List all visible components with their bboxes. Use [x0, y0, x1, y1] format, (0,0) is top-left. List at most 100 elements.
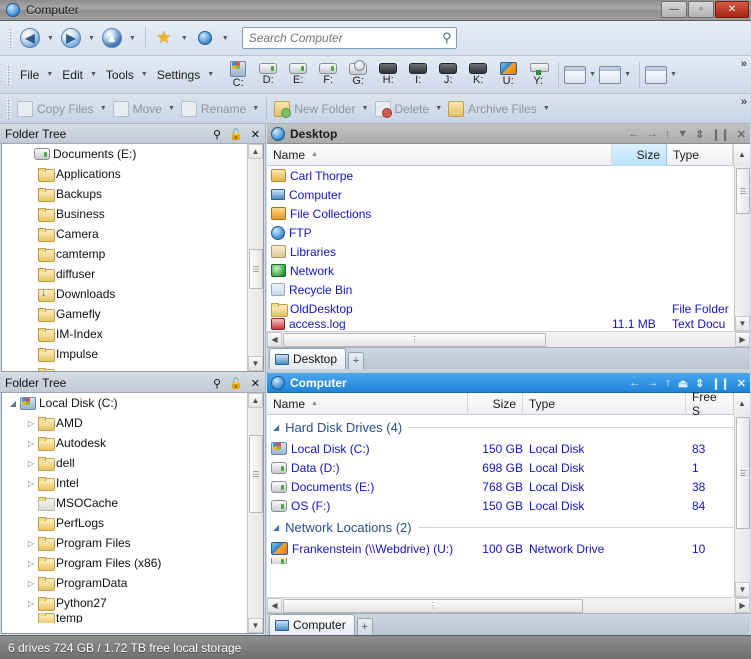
menu-settings[interactable]: Settings [151, 66, 204, 84]
help-dropdown[interactable]: ▼ [621, 71, 634, 78]
tree-twisty[interactable]: ◢ [6, 399, 20, 408]
panel-up-button[interactable]: ↑ [665, 377, 671, 389]
scroll-thumb[interactable]: ☰ [249, 435, 263, 513]
favorites-dropdown[interactable]: ▼ [178, 35, 191, 42]
tree-item[interactable]: ▷ Python27 [2, 593, 263, 613]
scroll-thumb[interactable]: ⋮ [283, 332, 546, 347]
panel-forward-button[interactable]: → [647, 377, 658, 389]
tree-item[interactable]: ◢ Local Disk (C:) [2, 393, 263, 413]
move-dropdown[interactable]: ▼ [165, 105, 178, 112]
scroll-down-arrow[interactable]: ▼ [735, 316, 750, 331]
move-button[interactable]: Move [110, 100, 165, 117]
menu-settings-dropdown[interactable]: ▼ [204, 71, 217, 78]
tree-twisty[interactable]: ▷ [24, 599, 38, 608]
tree-item[interactable]: ▷ Program Files (x86) [2, 553, 263, 573]
panel-titlebar-computer[interactable]: Computer ← → ↑ ⏏ ⇕ ❙❙ ✕ [267, 373, 750, 393]
table-row[interactable]: OS (F:) 150 GB Local Disk 84 [267, 496, 750, 515]
up-button[interactable]: ▲ [100, 26, 124, 50]
table-row[interactable]: Frankenstein (\\Webdrive) (U:) 100 GB Ne… [267, 539, 750, 558]
column-header-name[interactable]: Name ▲ [267, 392, 468, 415]
panel-forward-button[interactable]: → [647, 128, 658, 140]
column-header-size[interactable]: Size [468, 392, 523, 415]
drive-button-u[interactable]: U: [493, 62, 523, 87]
preview-pane-dropdown[interactable]: ▼ [586, 71, 599, 78]
file-list-horizontal-scrollbar-computer[interactable]: ◀ ⋮ ▶ [267, 597, 750, 613]
scroll-thumb[interactable]: ☰ [249, 249, 263, 289]
copy-files-dropdown[interactable]: ▼ [97, 105, 110, 112]
tree-item[interactable]: temp [2, 613, 263, 623]
file-list-horizontal-scrollbar-desktop[interactable]: ◀ ⋮ ▶ [267, 331, 750, 347]
scroll-up-arrow[interactable]: ▲ [733, 143, 750, 166]
copy-files-button[interactable]: Copy Files [14, 100, 97, 117]
minimize-button[interactable]: — [661, 1, 687, 18]
scroll-thumb[interactable]: ⋮ [283, 598, 583, 613]
search-box[interactable]: ⚲ [241, 27, 457, 49]
panel-close-button[interactable]: ✕ [737, 377, 746, 390]
panel-sync-button[interactable]: ⇕ [695, 377, 704, 390]
panel-sync-button[interactable]: ⇕ [695, 128, 704, 141]
file-list-desktop[interactable]: Carl Thorpe Computer File Collections FT… [267, 166, 750, 331]
tree-item[interactable]: Gamefly [2, 304, 263, 324]
unlock-icon[interactable]: 🔓 [229, 377, 243, 390]
computer-shortcut-button[interactable] [193, 26, 217, 50]
folder-tree-top-body[interactable]: Documents (E:) Applications Backups Busi… [1, 144, 264, 372]
drive-button-y[interactable]: Y: [523, 62, 553, 87]
scroll-right-arrow[interactable]: ▶ [735, 332, 750, 347]
tree-twisty[interactable]: ▷ [24, 419, 38, 428]
tree-twisty[interactable]: ▷ [24, 439, 38, 448]
delete-dropdown[interactable]: ▼ [432, 105, 445, 112]
group-collapse-icon[interactable]: ◢ [273, 523, 279, 532]
forward-button[interactable]: ▶ [59, 26, 83, 50]
tree-item[interactable]: ▷ Intel [2, 473, 263, 493]
drive-button-h[interactable]: H: [373, 63, 403, 86]
tree-item[interactable]: ▷ dell [2, 453, 263, 473]
tree-vertical-scrollbar[interactable]: ▲ ☰ ▼ [247, 144, 263, 371]
tree-item[interactable]: IM-Index [2, 324, 263, 344]
close-icon[interactable]: ✕ [251, 128, 260, 141]
tree-twisty[interactable]: ▷ [24, 459, 38, 468]
tab-desktop[interactable]: Desktop [269, 348, 347, 369]
list-item[interactable]: access.log 11.1 MB Text Docu [267, 317, 750, 331]
search-icon[interactable]: ⚲ [442, 30, 452, 46]
tree-twisty[interactable]: ▷ [24, 579, 38, 588]
group-header-hard-disk-drives[interactable]: ◢ Hard Disk Drives (4) [267, 415, 750, 439]
menu-edit[interactable]: Edit [56, 66, 87, 84]
list-item[interactable]: File Collections [267, 204, 750, 223]
toolbar-grip[interactable] [6, 63, 11, 86]
list-item[interactable]: Carl Thorpe [267, 166, 750, 185]
menu-tools[interactable]: Tools [100, 66, 138, 84]
drive-button-j[interactable]: J: [433, 63, 463, 86]
table-row[interactable]: Local Disk (C:) 150 GB Local Disk 83 [267, 439, 750, 458]
toolbar-grip[interactable] [6, 97, 11, 120]
column-header-type[interactable]: Type [667, 143, 733, 166]
list-item[interactable]: FTP [267, 223, 750, 242]
new-folder-dropdown[interactable]: ▼ [359, 105, 372, 112]
scroll-right-arrow[interactable]: ▶ [735, 598, 750, 613]
rename-button[interactable]: Rename [178, 100, 249, 117]
tree-item[interactable]: camtemp [2, 244, 263, 264]
menu-tools-dropdown[interactable]: ▼ [138, 71, 151, 78]
menu-file[interactable]: File [14, 66, 43, 84]
tree-item[interactable]: Downloads [2, 284, 263, 304]
up-dropdown[interactable]: ▼ [126, 35, 139, 42]
tree-item[interactable]: ▷ Program Files [2, 533, 263, 553]
tree-item[interactable]: ▷ Autodesk [2, 433, 263, 453]
favorites-button[interactable]: ★ [152, 26, 176, 50]
panel-titlebar-desktop[interactable]: Desktop ← → ↑ ▼ ⇕ ❙❙ ✕ [267, 124, 750, 144]
search-icon[interactable]: ⚲ [213, 128, 221, 141]
new-folder-button[interactable]: New Folder [271, 100, 358, 118]
panel-pause-button[interactable]: ❙❙ [711, 128, 729, 141]
table-row[interactable]: Documents (E:) 768 GB Local Disk 38 [267, 477, 750, 496]
panel-close-button[interactable]: ✕ [737, 128, 746, 141]
scroll-down-arrow[interactable]: ▼ [248, 618, 263, 633]
panel-eject-button[interactable]: ⏏ [678, 377, 688, 390]
panel-up-button[interactable]: ↑ [665, 128, 671, 140]
tree-item[interactable]: Documents (E:) [2, 144, 263, 164]
drive-button-g[interactable]: G: [343, 59, 373, 87]
toolbar-grip[interactable] [8, 27, 13, 49]
scroll-up-arrow[interactable]: ▲ [248, 393, 263, 408]
tab-computer[interactable]: Computer [269, 614, 355, 635]
scroll-up-arrow[interactable]: ▲ [248, 144, 263, 159]
toolbar2-overflow-chevron[interactable]: » [741, 96, 747, 108]
tree-twisty[interactable]: ▷ [24, 559, 38, 568]
